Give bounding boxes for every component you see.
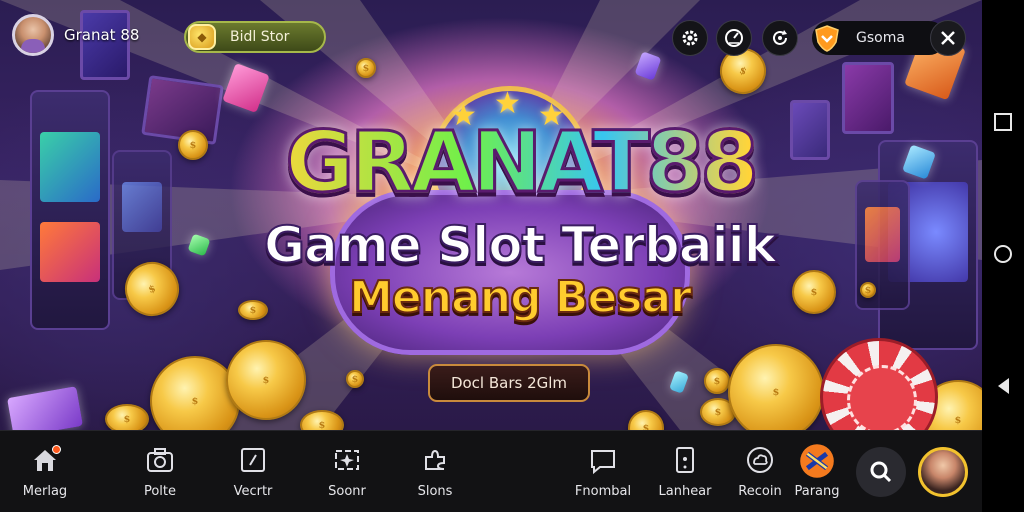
speedometer-icon	[725, 29, 743, 47]
nav-item-parang[interactable]: Parang	[772, 431, 862, 512]
user-avatar[interactable]	[12, 14, 54, 56]
account-label: Gsoma	[856, 30, 905, 46]
back-icon[interactable]	[993, 376, 1013, 396]
nav-item-slots[interactable]: Slons	[390, 431, 480, 512]
close-icon	[941, 31, 955, 45]
wall-poster-top-left	[80, 10, 130, 80]
home-button-icon[interactable]	[993, 244, 1013, 264]
slash-frame-icon	[241, 448, 265, 472]
nav-item-score[interactable]: Soonr	[302, 431, 392, 512]
puzzle-icon	[425, 449, 445, 470]
phone-icon	[676, 447, 694, 473]
coin-bag-icon	[188, 24, 216, 50]
shield-icon	[815, 25, 839, 52]
coin	[238, 300, 268, 320]
coin	[300, 410, 344, 430]
balance-label: Bidl Stor	[230, 29, 290, 45]
nav-item-vector[interactable]: Vecrtr	[208, 431, 298, 512]
nav-label: Merlag	[22, 484, 68, 499]
refresh-button[interactable]	[762, 20, 798, 56]
brand-logo-icon	[800, 444, 834, 478]
balance-button[interactable]: Bidl Stor	[184, 21, 326, 53]
coin	[628, 410, 664, 430]
settings-button[interactable]	[672, 20, 708, 56]
coin	[150, 356, 240, 430]
coin	[346, 370, 364, 388]
promo-banner: ★ ★ ★ GRANAT88 Game Slot Terbaiik Menang…	[0, 0, 982, 430]
coin	[356, 58, 376, 78]
search-button[interactable]	[856, 447, 906, 497]
close-button[interactable]	[930, 20, 966, 56]
hero-title: GRANAT88	[0, 112, 982, 213]
coin	[105, 404, 149, 430]
coin	[226, 340, 306, 420]
nav-item-home[interactable]: Merlag	[0, 431, 90, 512]
search-icon	[870, 461, 892, 483]
spark-frame-icon	[335, 450, 359, 470]
profile-avatar[interactable]	[918, 447, 968, 497]
nav-label: Soonr	[328, 484, 366, 499]
notification-dot	[52, 445, 61, 454]
username: Granat 88	[64, 26, 140, 44]
refresh-icon	[773, 30, 787, 45]
coin	[860, 282, 876, 298]
nav-item-photo[interactable]: Polte	[115, 431, 205, 512]
cta-button[interactable]: Docl Bars 2Glm	[428, 364, 590, 402]
system-navigation-bar	[982, 0, 1024, 512]
coin	[704, 368, 730, 394]
gear-icon	[682, 30, 698, 46]
chat-icon	[591, 450, 615, 475]
nav-label: Polte	[143, 484, 177, 499]
camera-icon	[147, 448, 173, 472]
recents-icon[interactable]	[993, 112, 1013, 132]
bottom-navigation: Merlag Polte Vecrtr Soonr Slons Fnombal …	[0, 430, 982, 512]
cloud-icon	[747, 447, 773, 473]
nav-label: Parang	[794, 484, 840, 499]
account-pill[interactable]: Gsoma	[812, 21, 946, 55]
nav-label: Vecrtr	[233, 484, 273, 499]
nav-item-football[interactable]: Fnombal	[558, 431, 648, 512]
coin	[728, 344, 824, 430]
coin	[178, 130, 208, 160]
coin	[792, 270, 836, 314]
speed-button[interactable]	[716, 20, 752, 56]
nav-label: Slons	[417, 484, 453, 499]
nav-label: Fnombal	[574, 484, 632, 499]
